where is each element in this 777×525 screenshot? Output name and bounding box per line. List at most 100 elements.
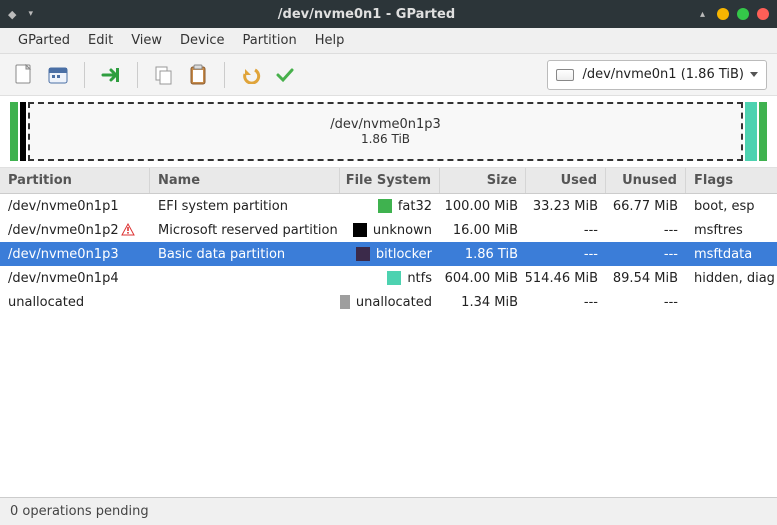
chevron-down-icon — [750, 72, 758, 77]
new-partition-button[interactable] — [10, 61, 38, 89]
cell-size: 16.00 MiB — [440, 219, 526, 242]
partition-path-label: /dev/nvme0n1p4 — [8, 271, 119, 286]
undo-button[interactable] — [237, 61, 265, 89]
calendar-icon — [47, 65, 69, 85]
graph-main-size: 1.86 TiB — [361, 132, 410, 146]
cell-size: 604.00 MiB — [440, 267, 526, 290]
fs-color-swatch — [353, 223, 367, 237]
fs-label: unknown — [373, 223, 432, 238]
menu-view[interactable]: View — [123, 30, 170, 51]
toolbar-separator — [84, 62, 85, 88]
cell-filesystem: unknown — [340, 219, 440, 242]
document-icon — [14, 64, 34, 86]
cell-name — [150, 298, 340, 306]
fs-color-swatch — [340, 295, 350, 309]
cell-filesystem: fat32 — [340, 195, 440, 218]
graph-main-device: /dev/nvme0n1p3 — [330, 117, 441, 132]
partition-path-label: unallocated — [8, 295, 84, 310]
cell-partition: /dev/nvme0n1p4 — [0, 267, 150, 290]
clipboard-icon — [189, 64, 207, 86]
partition-path-label: /dev/nvme0n1p2 — [8, 223, 119, 238]
toolbar-separator — [137, 62, 138, 88]
cell-unused: --- — [606, 291, 686, 314]
cell-name: Microsoft reserved partition — [150, 219, 340, 242]
menu-help[interactable]: Help — [307, 30, 353, 51]
menu-device[interactable]: Device — [172, 30, 232, 51]
cell-used: --- — [526, 219, 606, 242]
table-row[interactable]: /dev/nvme0n1p3 Basic data partition bitloc… — [0, 242, 777, 266]
cell-filesystem: unallocated — [340, 291, 440, 314]
undo-icon — [241, 66, 261, 84]
titlebar: ◆ ▾ /dev/nvme0n1 - GParted ▴ — [0, 0, 777, 28]
statusbar: 0 operations pending — [0, 497, 777, 525]
cell-flags: msftdata — [686, 243, 777, 266]
menu-gparted[interactable]: GParted — [10, 30, 78, 51]
cell-used: 33.23 MiB — [526, 195, 606, 218]
header-name[interactable]: Name — [150, 168, 340, 193]
graph-slice-p1[interactable] — [10, 102, 18, 161]
menu-edit[interactable]: Edit — [80, 30, 121, 51]
graph-slice-p3[interactable]: /dev/nvme0n1p3 1.86 TiB — [28, 102, 743, 161]
graph-slice-tail[interactable] — [759, 102, 767, 161]
close-button[interactable] — [757, 8, 769, 20]
fs-color-swatch — [387, 271, 401, 285]
fs-label: bitlocker — [376, 247, 432, 262]
header-size[interactable]: Size — [440, 168, 526, 193]
table-row[interactable]: unallocatedunallocated1.34 MiB------ — [0, 290, 777, 314]
cell-flags: boot, esp — [686, 195, 777, 218]
graph-slice-p4[interactable] — [745, 102, 757, 161]
partition-graph[interactable]: /dev/nvme0n1p3 1.86 TiB — [0, 96, 777, 168]
paste-button[interactable] — [184, 61, 212, 89]
warning-icon — [121, 223, 135, 237]
table-row[interactable]: /dev/nvme0n1p2 Microsoft reserved partiti… — [0, 218, 777, 242]
toolbar: /dev/nvme0n1 (1.86 TiB) — [0, 54, 777, 96]
pending-operations-label: 0 operations pending — [10, 504, 149, 519]
graph-slice-p2[interactable] — [20, 102, 26, 161]
device-selector[interactable]: /dev/nvme0n1 (1.86 TiB) — [547, 60, 767, 90]
cell-size: 1.86 TiB — [440, 243, 526, 266]
cell-used: --- — [526, 291, 606, 314]
menu-partition[interactable]: Partition — [235, 30, 305, 51]
header-used[interactable]: Used — [526, 168, 606, 193]
cell-partition: /dev/nvme0n1p2 — [0, 219, 150, 242]
header-unused[interactable]: Unused — [606, 168, 686, 193]
fs-color-swatch — [378, 199, 392, 213]
cell-name: Basic data partition — [150, 243, 340, 266]
copy-button[interactable] — [150, 61, 178, 89]
cell-unused: --- — [606, 219, 686, 242]
cell-name: EFI system partition — [150, 195, 340, 218]
cell-used: --- — [526, 243, 606, 266]
app-menu-icon[interactable]: ◆ — [8, 8, 16, 21]
copy-icon — [154, 65, 174, 85]
header-partition[interactable]: Partition — [0, 168, 150, 193]
maximize-button[interactable] — [737, 8, 749, 20]
table-row[interactable]: /dev/nvme0n1p1 EFI system partition fat32 1… — [0, 194, 777, 218]
table-row[interactable]: /dev/nvme0n1p4ntfs604.00 MiB514.46 MiB89… — [0, 266, 777, 290]
cell-unused: 66.77 MiB — [606, 195, 686, 218]
cell-flags: hidden, diag — [686, 267, 777, 290]
device-selector-label: /dev/nvme0n1 (1.86 TiB) — [582, 67, 744, 82]
cell-size: 100.00 MiB — [440, 195, 526, 218]
cell-unused: 89.54 MiB — [606, 267, 686, 290]
resize-move-button[interactable] — [97, 61, 125, 89]
cell-filesystem: bitlocker — [340, 243, 440, 266]
window-title: /dev/nvme0n1 - GParted — [33, 7, 700, 22]
fs-label: unallocated — [356, 295, 432, 310]
partition-table-header: Partition Name File System Size Used Unu… — [0, 168, 777, 194]
minimize-button[interactable] — [717, 8, 729, 20]
check-icon — [275, 66, 295, 84]
cell-filesystem: ntfs — [340, 267, 440, 290]
cell-name — [150, 274, 340, 282]
menubar: GParted Edit View Device Partition Help — [0, 28, 777, 54]
keep-above-icon[interactable]: ▴ — [700, 9, 705, 20]
fs-label: fat32 — [398, 199, 432, 214]
partition-path-label: /dev/nvme0n1p3 — [8, 247, 119, 262]
cell-flags: msftres — [686, 219, 777, 242]
header-fs[interactable]: File System — [340, 168, 440, 193]
cell-partition: unallocated — [0, 291, 150, 314]
fs-label: ntfs — [407, 271, 432, 286]
delete-partition-button[interactable] — [44, 61, 72, 89]
header-flags[interactable]: Flags — [686, 168, 777, 193]
partition-path-label: /dev/nvme0n1p1 — [8, 199, 119, 214]
apply-button[interactable] — [271, 61, 299, 89]
